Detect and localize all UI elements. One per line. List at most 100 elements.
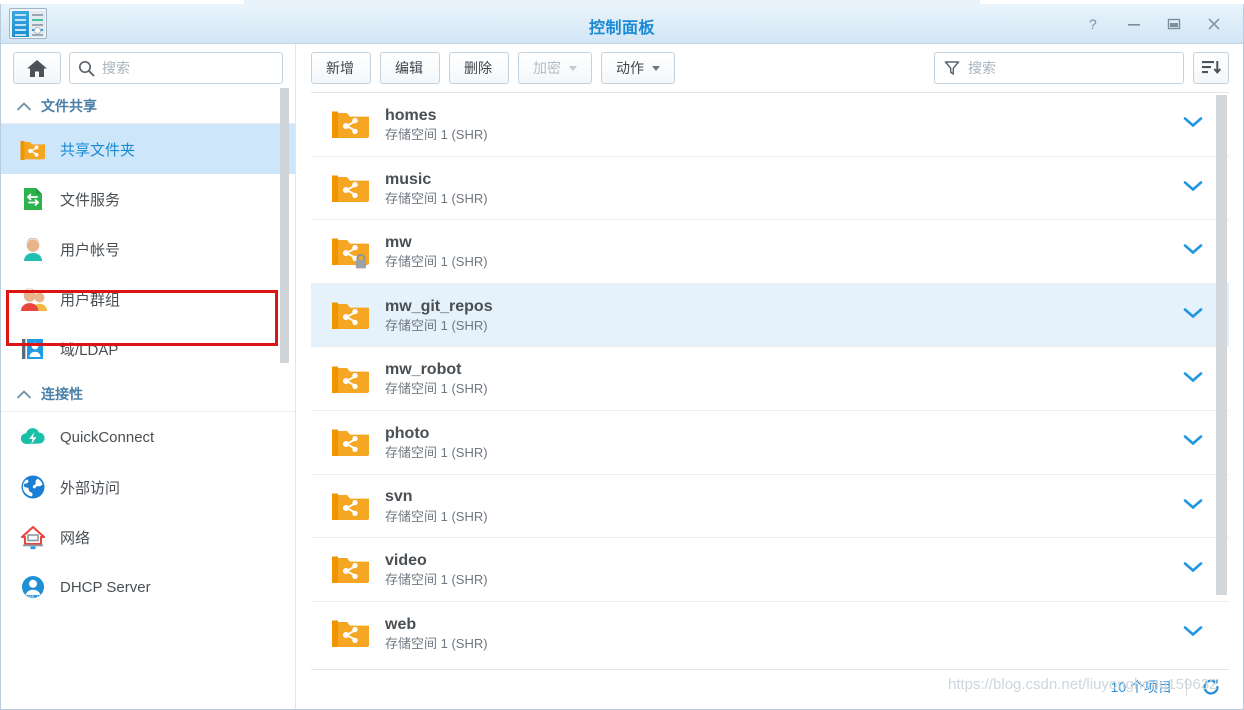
folder-location: 存储空间 1 (SHR) xyxy=(385,318,493,334)
folder-location: 存储空间 1 (SHR) xyxy=(385,381,488,397)
filter-placeholder: 搜索 xyxy=(968,58,996,78)
sidebar-item-label: 外部访问 xyxy=(60,477,120,498)
action-button[interactable]: 动作 xyxy=(601,52,675,84)
table-row[interactable]: mw 存储空间 1 (SHR) xyxy=(311,220,1229,284)
shared-folder-icon xyxy=(329,420,373,464)
table-row[interactable]: svn 存储空间 1 (SHR) xyxy=(311,475,1229,539)
search-icon xyxy=(78,60,95,77)
folder-location: 存储空间 1 (SHR) xyxy=(385,509,488,525)
control-panel-window: 控制面板 ? xyxy=(0,0,1244,710)
close-button[interactable] xyxy=(1195,12,1233,36)
home-button[interactable] xyxy=(13,52,61,84)
sidebar-search-placeholder: 搜索 xyxy=(102,58,130,78)
shared-folder-list: homes 存储空间 1 (SHR) xyxy=(311,92,1229,663)
window-controls: ? xyxy=(1075,12,1233,36)
statusbar-divider xyxy=(1186,678,1187,696)
table-row[interactable]: homes 存储空间 1 (SHR) xyxy=(311,93,1229,157)
folder-name: photo xyxy=(385,424,488,443)
sort-button[interactable] xyxy=(1193,52,1229,84)
shared-folder-icon xyxy=(19,135,47,163)
sidebar-item-label: 用户群组 xyxy=(60,289,120,310)
sidebar-item-shared-folder[interactable]: 共享文件夹 xyxy=(1,124,295,174)
chevron-down-icon[interactable] xyxy=(1183,497,1203,515)
folder-name: music xyxy=(385,170,488,189)
sidebar-item-user-group[interactable]: 用户群组 xyxy=(1,274,295,324)
sidebar-item-user-account[interactable]: 用户帐号 xyxy=(1,224,295,274)
chevron-down-icon[interactable] xyxy=(1183,624,1203,642)
table-row[interactable]: photo 存储空间 1 (SHR) xyxy=(311,411,1229,475)
sidebar-section-connectivity[interactable]: 连接性 xyxy=(1,378,295,412)
user-account-icon xyxy=(19,235,47,263)
folder-name: video xyxy=(385,551,488,570)
folder-location: 存储空间 1 (SHR) xyxy=(385,254,488,270)
table-row[interactable]: video 存储空间 1 (SHR) xyxy=(311,538,1229,602)
sidebar-section-label: 连接性 xyxy=(41,384,83,404)
shared-folder-icon xyxy=(329,293,373,337)
svg-text:DHCP: DHCP xyxy=(26,594,41,600)
maximize-button[interactable] xyxy=(1155,12,1193,36)
file-service-icon xyxy=(19,185,47,213)
sidebar-item-label: 用户帐号 xyxy=(60,239,120,260)
sidebar-item-quickconnect[interactable]: QuickConnect xyxy=(1,412,295,462)
folder-name: web xyxy=(385,615,488,634)
chevron-down-icon[interactable] xyxy=(1183,115,1203,133)
sidebar-item-label: 文件服务 xyxy=(60,189,120,210)
svg-text:?: ? xyxy=(1089,16,1097,32)
network-icon xyxy=(19,523,47,551)
folder-name: mw_robot xyxy=(385,360,488,379)
titlebar: 控制面板 ? xyxy=(1,4,1243,44)
table-row-selected[interactable]: mw_git_repos 存储空间 1 (SHR) xyxy=(311,284,1229,348)
action-button-label: 动作 xyxy=(616,58,644,78)
edit-button[interactable]: 编辑 xyxy=(380,52,440,84)
help-button[interactable]: ? xyxy=(1075,12,1113,36)
create-button-label: 新增 xyxy=(326,58,354,78)
external-access-icon xyxy=(19,473,47,501)
sort-descending-icon xyxy=(1201,59,1221,77)
sidebar-item-domain-ldap[interactable]: 域/LDAP xyxy=(1,324,295,374)
sidebar-section-file-sharing[interactable]: 文件共享 xyxy=(1,90,295,124)
refresh-button[interactable] xyxy=(1201,677,1221,697)
content-pane: 新增 编辑 删除 加密 动作 xyxy=(297,44,1243,709)
chevron-down-icon[interactable] xyxy=(1183,560,1203,578)
sidebar-item-label: QuickConnect xyxy=(60,429,154,446)
chevron-down-icon[interactable] xyxy=(1183,370,1203,388)
delete-button[interactable]: 删除 xyxy=(449,52,509,84)
sidebar-item-file-service[interactable]: 文件服务 xyxy=(1,174,295,224)
statusbar: 10 个项目 xyxy=(311,669,1229,703)
sidebar: 搜索 文件共享 xyxy=(1,44,296,709)
window-title: 控制面板 xyxy=(1,14,1243,38)
filter-search-input[interactable]: 搜索 xyxy=(934,52,1184,84)
shared-folder-icon xyxy=(329,166,373,210)
folder-name: homes xyxy=(385,106,488,125)
sidebar-item-label: DHCP Server xyxy=(60,579,151,596)
chevron-down-icon[interactable] xyxy=(1183,433,1203,451)
folder-location: 存储空间 1 (SHR) xyxy=(385,572,488,588)
shared-folder-icon xyxy=(329,547,373,591)
chevron-down-icon xyxy=(652,66,660,71)
create-button[interactable]: 新增 xyxy=(311,52,371,84)
edit-button-label: 编辑 xyxy=(395,58,423,78)
minimize-button[interactable] xyxy=(1115,12,1153,36)
chevron-up-icon xyxy=(17,386,31,402)
dhcp-server-icon: DHCP xyxy=(19,573,47,601)
sidebar-scrollbar-thumb[interactable] xyxy=(280,88,289,363)
sidebar-item-dhcp-server[interactable]: DHCP DHCP Server xyxy=(1,562,295,612)
table-row[interactable]: web 存储空间 1 (SHR) xyxy=(311,602,1229,663)
table-row[interactable]: music 存储空间 1 (SHR) xyxy=(311,157,1229,221)
list-scrollbar-thumb[interactable] xyxy=(1216,95,1227,595)
table-row[interactable]: mw_robot 存储空间 1 (SHR) xyxy=(311,347,1229,411)
sidebar-item-label: 网络 xyxy=(60,527,90,548)
sidebar-item-network[interactable]: 网络 xyxy=(1,512,295,562)
user-group-icon xyxy=(19,285,47,313)
sidebar-item-external-access[interactable]: 外部访问 xyxy=(1,462,295,512)
chevron-up-icon xyxy=(17,98,31,114)
chevron-down-icon[interactable] xyxy=(1183,242,1203,260)
chevron-down-icon[interactable] xyxy=(1183,306,1203,324)
shared-folder-icon xyxy=(329,102,373,146)
toolbar: 新增 编辑 删除 加密 动作 xyxy=(297,44,1243,92)
sidebar-item-label: 共享文件夹 xyxy=(60,139,135,160)
chevron-down-icon[interactable] xyxy=(1183,179,1203,197)
shared-folder-locked-icon xyxy=(329,229,373,273)
encrypt-button[interactable]: 加密 xyxy=(518,52,592,84)
sidebar-search-box[interactable]: 搜索 xyxy=(69,52,283,84)
